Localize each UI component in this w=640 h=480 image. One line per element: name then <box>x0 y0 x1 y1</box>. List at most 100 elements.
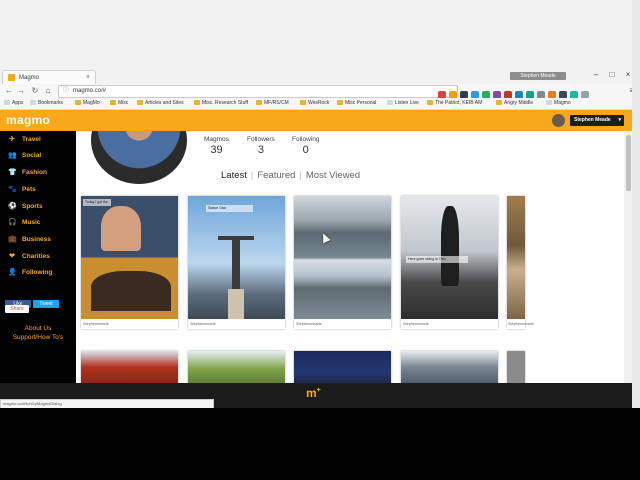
profile-content: Magmos 39 Followers 3 Following 0 Latest… <box>76 131 624 383</box>
sidebar-item-sports[interactable]: ⚽ Sports <box>8 201 43 213</box>
browser-tab[interactable]: Magmo × <box>2 70 96 85</box>
profile-photo <box>91 131 187 184</box>
bookmark-label: MF/RS/CM <box>264 100 289 106</box>
shirt-icon: 👕 <box>8 169 17 176</box>
statue-figure <box>232 236 240 291</box>
bookmark-patriot[interactable]: The Patriot, KEIB AM <box>427 98 482 109</box>
bookmark-articles[interactable]: Articles and Sites <box>137 98 184 109</box>
magmo-logo[interactable]: magmo <box>6 113 50 127</box>
card-owner[interactable]: Stephenmeade <box>83 322 109 326</box>
bookmark-listen-live[interactable]: Listen Live <box>387 98 419 109</box>
user-menu-button[interactable]: Stephen Meade ▾ <box>570 115 624 126</box>
sidebar-item-following[interactable]: 👤 Following <box>8 267 52 279</box>
page-icon <box>387 100 393 106</box>
bookmark-misc[interactable]: Misc <box>110 98 128 109</box>
bookmark-angry-middle[interactable]: Angry Middle <box>496 98 533 109</box>
window-controls: – □ × <box>588 70 636 82</box>
sidebar-item-label: Fashion <box>22 169 47 176</box>
bookmark-wesrock[interactable]: WesRock <box>300 98 329 109</box>
category-sidebar: ✈ Travel 👥 Social 👕 Fashion 🐾 Pets ⚽ Sports 🎧… <box>0 131 76 408</box>
tab-close-icon[interactable]: × <box>86 71 90 85</box>
people-icon: 👥 <box>8 152 17 159</box>
sidebar-item-label: Charities <box>22 253 50 260</box>
tab-most-viewed[interactable]: Most Viewed <box>306 170 360 181</box>
chevron-down-icon: ▾ <box>618 117 621 123</box>
browser-profile-chip[interactable]: Stephen Meade <box>510 72 566 80</box>
page-scrollbar[interactable] <box>625 131 632 383</box>
bottom-magmo-logo[interactable]: m+ <box>306 386 321 400</box>
sidebar-item-label: Sports <box>22 203 43 210</box>
bookmark-mfrscm[interactable]: MF/RS/CM <box>256 98 289 109</box>
logo-plus: + <box>316 387 321 394</box>
magmo-card[interactable]: Statue Oslo Stephenmeade <box>188 196 285 329</box>
sidebar-item-charities[interactable]: ❤ Charities <box>8 251 50 263</box>
sidebar-item-label: Travel <box>22 136 41 143</box>
bookmark-magmo[interactable]: Magmo <box>546 98 571 109</box>
stat-followers[interactable]: Followers 3 <box>247 136 275 156</box>
card-image <box>294 196 391 319</box>
bookmark-apps[interactable]: Apps <box>4 98 23 109</box>
statue-pedestal <box>228 289 244 319</box>
card-owner[interactable]: Stephenmeade <box>190 322 216 326</box>
person-photo <box>101 206 141 251</box>
tweet-button[interactable]: Tweet <box>33 300 59 308</box>
magmo-favicon-icon <box>8 74 15 81</box>
magmo-card[interactable] <box>507 351 525 383</box>
stat-label: Followers <box>247 136 275 143</box>
reload-button[interactable]: ↻ <box>30 85 40 97</box>
stat-label: Following <box>292 136 320 143</box>
home-button[interactable]: ⌂ <box>43 85 53 97</box>
tab-separator: | <box>250 170 254 181</box>
bookmark-bookmarks[interactable]: Bookmarks <box>30 98 63 109</box>
url-input[interactable]: ⓘ magmo.co/# ☆ <box>58 85 458 98</box>
sidebar-item-pets[interactable]: 🐾 Pets <box>8 184 36 196</box>
user-name: Stephen Meade <box>574 117 611 123</box>
sidebar-item-music[interactable]: 🎧 Music <box>8 217 40 229</box>
stat-magmos[interactable]: Magmos 39 <box>204 136 229 156</box>
sidebar-item-business[interactable]: 💼 Business <box>8 234 51 246</box>
sidebar-item-social[interactable]: 👥 Social <box>8 150 41 162</box>
google-share-button[interactable]: Share <box>5 305 29 313</box>
bookmark-misc-personal[interactable]: Misc Personal <box>337 98 376 109</box>
magmo-card[interactable] <box>294 351 391 383</box>
magmo-card[interactable]: Stephenmeade <box>507 196 534 329</box>
bookmark-magmo-folder[interactable]: MagMo <box>75 98 100 109</box>
support-link[interactable]: Support/How To's <box>0 334 76 341</box>
logo-letter: m <box>306 386 317 400</box>
folder-icon <box>300 100 306 106</box>
scrollbar-thumb[interactable] <box>626 135 631 191</box>
folder-icon <box>337 100 343 106</box>
card-image <box>81 196 178 319</box>
magmo-card[interactable]: Today I got the Stephenmeade <box>81 196 178 329</box>
bookmark-label: Articles and Sites <box>145 100 184 106</box>
magmo-card[interactable]: Here goes skiing to Oslo Stephenmeade <box>401 196 498 329</box>
page-info-icon[interactable]: ⓘ <box>63 86 69 97</box>
tab-featured[interactable]: Featured <box>257 170 295 181</box>
sidebar-item-label: Business <box>22 236 51 243</box>
magmo-card[interactable] <box>188 351 285 383</box>
magmo-card[interactable] <box>81 351 178 383</box>
card-owner[interactable]: Stephenmeade <box>296 322 322 326</box>
tab-latest[interactable]: Latest <box>221 170 247 181</box>
bookmark-label: Magmo <box>554 100 571 106</box>
magmo-card[interactable] <box>401 351 498 383</box>
folder-icon <box>194 100 200 106</box>
minimize-button[interactable]: – <box>588 70 604 79</box>
sidebar-item-travel[interactable]: ✈ Travel <box>8 134 41 146</box>
sidebar-item-fashion[interactable]: 👕 Fashion <box>8 167 47 179</box>
card-owner[interactable]: Stephenmeade <box>508 322 534 326</box>
card-owner[interactable]: Stephenmeade <box>403 322 429 326</box>
bookmark-label: Listen Live <box>395 100 419 106</box>
bookmark-research[interactable]: Misc. Research Stuff <box>194 98 248 109</box>
folder-icon <box>256 100 262 106</box>
feed-tabs: Latest | Featured | Most Viewed <box>221 170 360 181</box>
back-button[interactable]: ← <box>4 85 14 97</box>
ball-icon: ⚽ <box>8 203 17 210</box>
magmo-card[interactable]: Stephenmeade <box>294 196 391 329</box>
forward-button[interactable]: → <box>16 85 26 97</box>
stat-following[interactable]: Following 0 <box>292 136 319 156</box>
maximize-button[interactable]: □ <box>604 70 620 79</box>
user-avatar[interactable] <box>552 114 565 127</box>
about-us-link[interactable]: About Us <box>0 325 76 332</box>
sidebar-item-label: Following <box>22 269 53 276</box>
